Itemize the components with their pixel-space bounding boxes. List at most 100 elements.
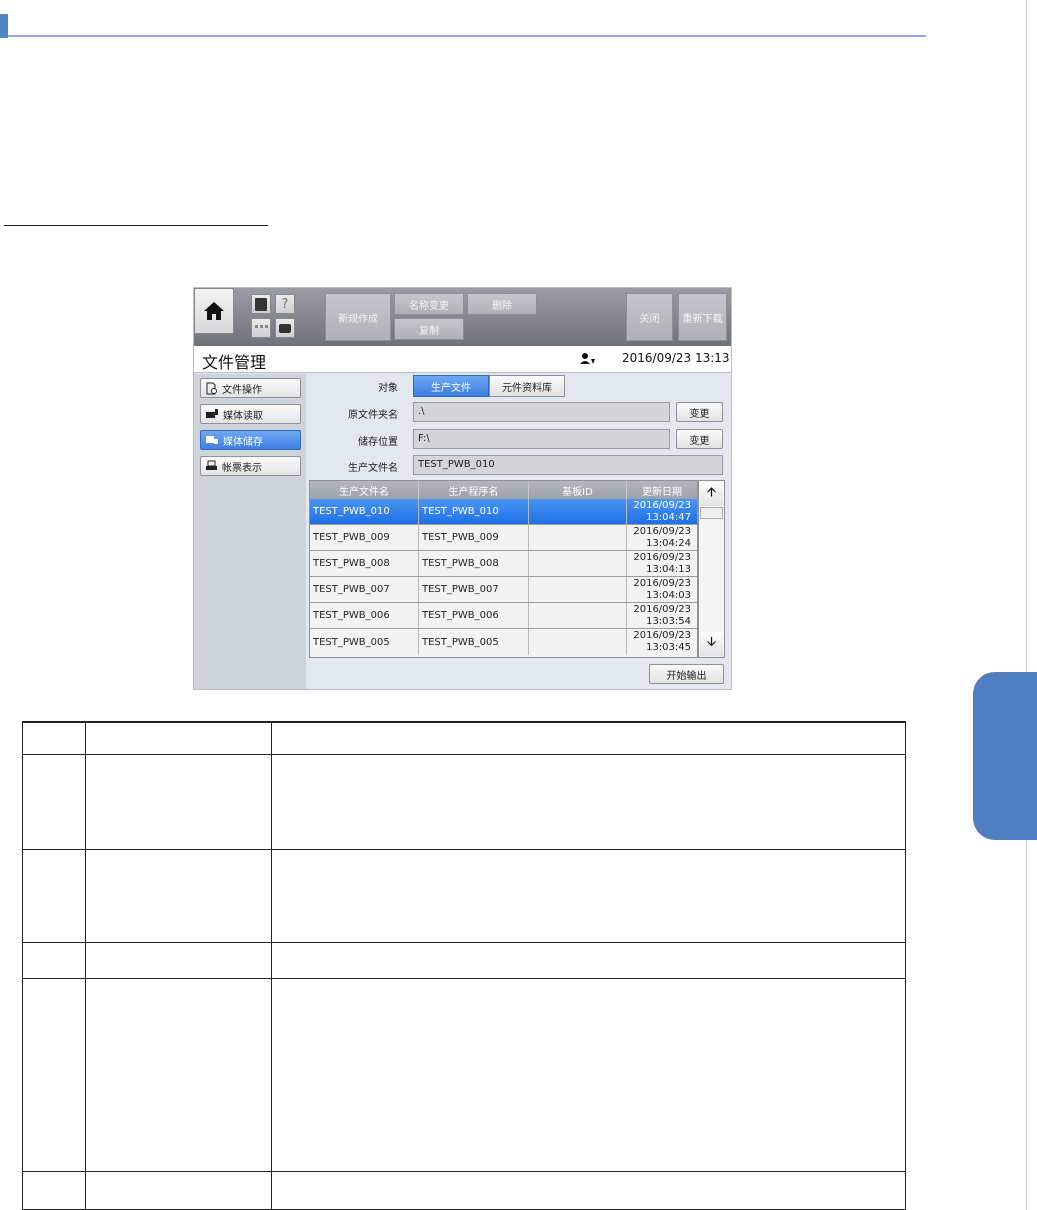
table-cell	[85, 977, 272, 1172]
nav-media-save[interactable]: 媒体储存	[200, 430, 301, 450]
cell-date: 2016/09/23	[633, 499, 691, 511]
cell-file-name: TEST_PWB_006	[310, 603, 419, 628]
cell-file-name: TEST_PWB_005	[310, 629, 419, 655]
cell-update-date: 2016/09/23 13:03:45	[627, 629, 697, 655]
description-table	[22, 721, 906, 1210]
language-icon	[255, 297, 267, 311]
cell-date: 2016/09/23	[633, 577, 691, 589]
new-create-button[interactable]: 新规作成	[325, 293, 391, 341]
cell-update-date: 2016/09/23 13:04:13	[627, 551, 697, 576]
cell-program-name: TEST_PWB_005	[419, 629, 529, 655]
left-nav: 文件操作 媒体读取 媒体储存 帐票表示	[194, 374, 306, 689]
cell-time: 13:04:47	[646, 511, 691, 523]
nav-report-display[interactable]: 帐票表示	[200, 456, 301, 476]
table-scrollbar[interactable]: 🡩 🡫	[698, 480, 725, 658]
arrow-down-icon: 🡫	[706, 635, 717, 650]
cell-board-id	[529, 551, 627, 576]
file-table: 生产文件名 生产程序名 基板ID 更新日期 TEST_PWB_010 TEST_…	[309, 480, 698, 658]
cell-update-date: 2016/09/23 13:04:03	[627, 577, 697, 602]
save-location-label: 储存位置	[358, 437, 398, 448]
users-icon	[254, 325, 268, 331]
source-folder-field[interactable]: .\	[413, 402, 670, 422]
table-cell	[85, 941, 272, 979]
target-option-component-library[interactable]: 元件资料库	[489, 375, 565, 397]
start-output-button[interactable]: 开始输出	[649, 664, 724, 684]
save-location-field[interactable]: F:\	[413, 429, 670, 449]
cell-board-id	[529, 577, 627, 602]
home-icon	[204, 302, 224, 320]
cell-board-id	[529, 629, 627, 655]
table-row[interactable]: TEST_PWB_010 TEST_PWB_010 2016/09/23 13:…	[310, 499, 697, 525]
table-row[interactable]: TEST_PWB_008 TEST_PWB_008 2016/09/23 13:…	[310, 551, 697, 577]
table-cell	[22, 721, 86, 755]
table-cell	[85, 721, 272, 755]
source-folder-label: 原文件夹名	[348, 410, 398, 421]
user-icon	[580, 353, 595, 364]
copy-button[interactable]: 复制	[394, 318, 464, 340]
cell-board-id	[529, 525, 627, 550]
title-bar: 文件管理 2016/09/23 13:13	[194, 346, 731, 373]
table-cell	[271, 721, 906, 755]
production-file-field[interactable]: TEST_PWB_010	[413, 455, 723, 475]
table-row[interactable]: TEST_PWB_009 TEST_PWB_009 2016/09/23 13:…	[310, 525, 697, 551]
nav-media-save-label: 媒体储存	[223, 436, 263, 448]
main-content: 对象 生产文件 元件资料库 原文件夹名 .\ 变更 储存位置 F:\ 变更 生产…	[306, 374, 731, 689]
column-header-update-date[interactable]: 更新日期	[627, 481, 697, 499]
cell-time: 13:04:24	[646, 537, 691, 549]
cell-time: 13:04:13	[646, 563, 691, 575]
table-cell	[85, 848, 272, 943]
column-header-board-id[interactable]: 基板ID	[529, 481, 627, 499]
home-button[interactable]	[194, 288, 234, 334]
device-button[interactable]	[275, 318, 295, 338]
cell-date: 2016/09/23	[633, 603, 691, 615]
column-header-file-name[interactable]: 生产文件名	[310, 481, 419, 499]
target-label: 对象	[378, 383, 398, 394]
table-cell	[271, 848, 906, 943]
cell-file-name: TEST_PWB_007	[310, 577, 419, 602]
scroll-down-button[interactable]: 🡫	[700, 632, 723, 656]
redownload-button[interactable]: 重新下载	[678, 293, 727, 341]
save-location-change-button[interactable]: 变更	[676, 429, 723, 449]
table-row[interactable]: TEST_PWB_007 TEST_PWB_007 2016/09/23 13:…	[310, 577, 697, 603]
table-row[interactable]: TEST_PWB_006 TEST_PWB_006 2016/09/23 13:…	[310, 603, 697, 629]
cell-program-name: TEST_PWB_007	[419, 577, 529, 602]
rename-button[interactable]: 名称变更	[394, 293, 464, 315]
table-cell	[22, 848, 86, 943]
arrow-up-icon: 🡩	[706, 485, 717, 500]
cell-time: 13:03:45	[646, 642, 691, 653]
delete-button[interactable]: 删除	[467, 293, 537, 315]
table-row	[22, 977, 906, 1172]
target-option-production-file[interactable]: 生产文件	[413, 375, 489, 397]
cell-date: 2016/09/23	[633, 525, 691, 537]
nav-file-operation[interactable]: 文件操作	[200, 378, 301, 398]
cell-program-name: TEST_PWB_006	[419, 603, 529, 628]
scroll-thumb[interactable]	[700, 507, 723, 519]
media-save-icon	[206, 436, 218, 444]
table-cell	[85, 753, 272, 850]
chapter-side-tab	[973, 672, 1037, 840]
printer-icon	[206, 460, 217, 470]
table-row	[22, 848, 906, 943]
cell-program-name: TEST_PWB_009	[419, 525, 529, 550]
source-folder-change-button[interactable]: 变更	[676, 402, 723, 422]
cell-update-date: 2016/09/23 13:04:47	[627, 499, 697, 524]
cell-time: 13:04:03	[646, 589, 691, 601]
scroll-up-button[interactable]: 🡩	[700, 482, 723, 506]
cell-time: 13:03:54	[646, 615, 691, 627]
users-button[interactable]	[251, 318, 271, 338]
column-header-program-name[interactable]: 生产程序名	[419, 481, 529, 499]
page-edge-rule	[1026, 0, 1027, 1210]
table-row[interactable]: TEST_PWB_005 TEST_PWB_005 2016/09/23 13:…	[310, 629, 697, 655]
nav-file-operation-label: 文件操作	[222, 384, 262, 396]
table-cell	[22, 977, 86, 1172]
toolbar: ? 新规作成 名称变更 删除 复制 关闭 重新下载	[194, 288, 731, 346]
app-screenshot: ? 新规作成 名称变更 删除 复制 关闭 重新下载 文件管理 2016/09/2…	[193, 287, 732, 690]
table-row	[22, 1170, 906, 1210]
table-cell	[22, 1170, 86, 1210]
close-button[interactable]: 关闭	[626, 293, 673, 341]
table-cell	[271, 977, 906, 1172]
cell-program-name: TEST_PWB_010	[419, 499, 529, 524]
nav-media-read[interactable]: 媒体读取	[200, 404, 301, 424]
help-button[interactable]: ?	[275, 294, 295, 314]
language-button[interactable]	[251, 294, 271, 314]
